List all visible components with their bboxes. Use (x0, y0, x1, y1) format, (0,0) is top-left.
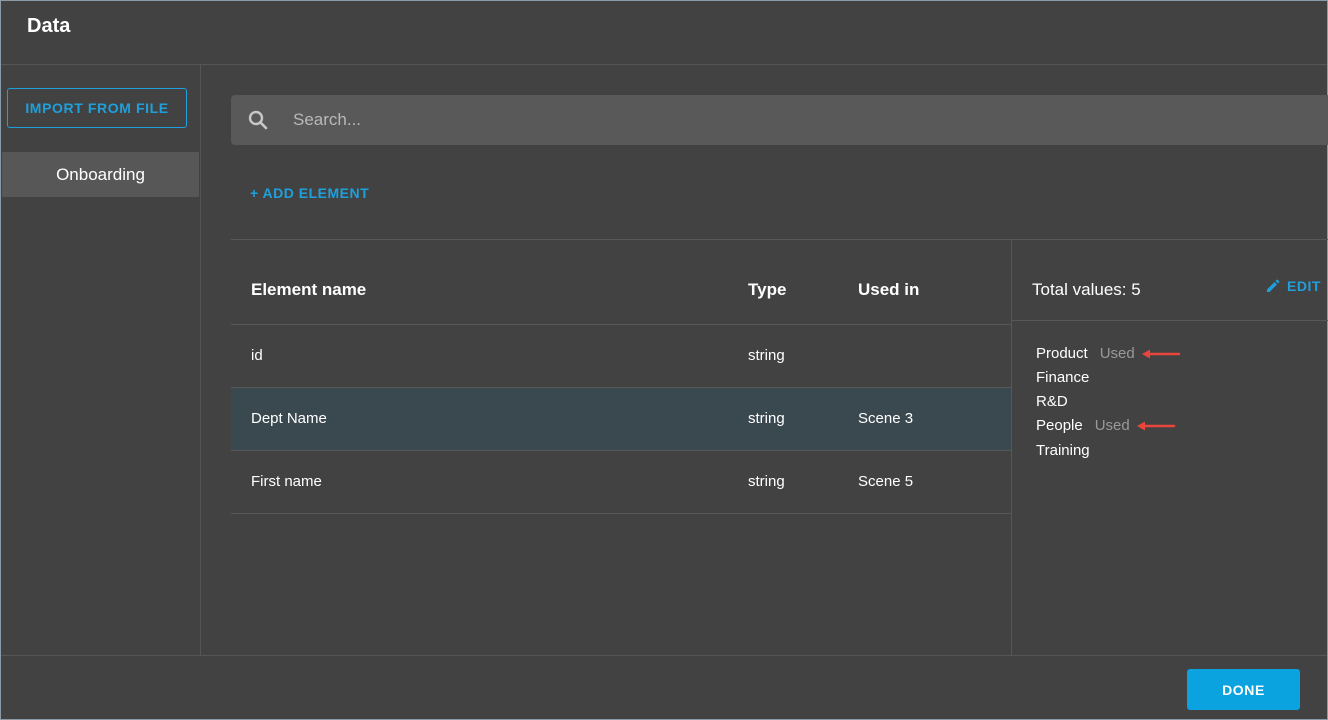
dialog-title: Data (27, 15, 71, 37)
sidebar-item-onboarding[interactable]: Onboarding (2, 152, 199, 197)
values-divider (1012, 320, 1328, 321)
footer-divider (1, 655, 1327, 656)
sidebar-item-label: Onboarding (56, 164, 145, 184)
value-label: Training (1036, 442, 1090, 459)
cell-type: string (748, 410, 785, 427)
edit-button[interactable]: EDIT (1265, 278, 1321, 294)
done-button[interactable]: DONE (1187, 669, 1300, 710)
value-label: Product (1036, 345, 1088, 362)
dialog-header: Data (1, 1, 1327, 65)
search-input[interactable]: Search... (293, 110, 361, 130)
value-label: R&D (1036, 393, 1068, 410)
elements-table: Element name Type Used in id string Dept… (231, 240, 1011, 655)
total-values-label: Total values: 5 (1032, 280, 1141, 299)
value-label: People (1036, 417, 1083, 434)
cell-used-in: Scene 5 (858, 473, 914, 490)
column-header-used-in[interactable]: Used in (858, 280, 919, 300)
value-item: People Used (1036, 417, 1176, 434)
search-bar[interactable]: Search... (231, 95, 1328, 145)
cell-element-name: id (251, 347, 263, 364)
sidebar: IMPORT FROM FILE Onboarding (1, 65, 201, 655)
value-item: Training (1036, 442, 1090, 459)
import-from-file-button[interactable]: IMPORT FROM FILE (7, 88, 187, 128)
search-icon (248, 110, 268, 130)
cell-used-in: Scene 3 (858, 410, 914, 427)
cell-type: string (748, 347, 785, 364)
cell-element-name: Dept Name (251, 410, 327, 427)
value-item: Product Used (1036, 345, 1181, 362)
value-item: Finance (1036, 369, 1089, 386)
column-header-type[interactable]: Type (748, 280, 786, 300)
arrow-left-icon (1136, 421, 1175, 430)
column-header-element-name[interactable]: Element name (251, 280, 366, 300)
pencil-icon (1267, 279, 1280, 292)
table-row[interactable]: id string (231, 325, 1011, 388)
value-used-badge: Used (1094, 417, 1130, 434)
value-used-badge: Used (1099, 345, 1135, 362)
table-row-selected[interactable]: Dept Name string Scene 3 (231, 388, 1011, 451)
value-label: Finance (1036, 369, 1090, 386)
arrow-left-icon (1141, 349, 1180, 358)
values-panel: Total values: 5 EDIT Product Used Financ… (1011, 240, 1328, 655)
edit-label: EDIT (1287, 278, 1321, 294)
add-element-button[interactable]: + ADD ELEMENT (250, 185, 369, 201)
cell-element-name: First name (251, 473, 322, 490)
table-row[interactable]: First name string Scene 5 (231, 451, 1011, 514)
cell-type: string (748, 473, 785, 490)
value-item: R&D (1036, 393, 1068, 410)
